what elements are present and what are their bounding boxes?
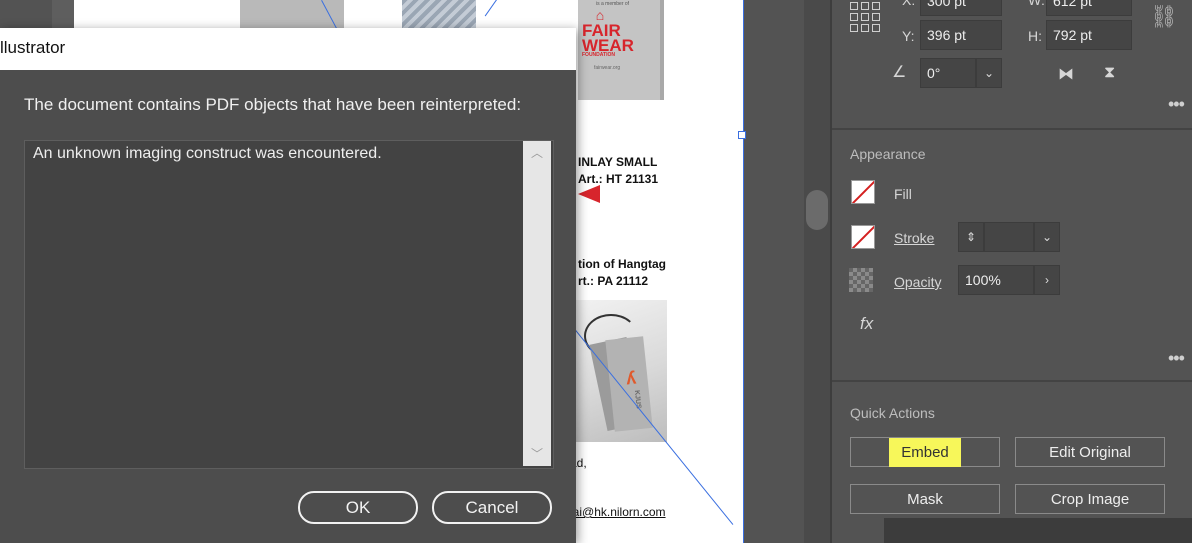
ok-button[interactable]: OK xyxy=(298,491,418,524)
stroke-weight-field[interactable] xyxy=(984,222,1034,252)
rotate-angle-icon: ∠ xyxy=(892,64,907,81)
y-label: Y: xyxy=(902,28,915,44)
quick-actions-title: Quick Actions xyxy=(850,405,935,421)
fairwear-logo: ⌂ FAIR WEAR xyxy=(582,8,634,55)
flip-vertical-icon[interactable]: ⧗ xyxy=(1104,64,1115,82)
bounding-box-edge xyxy=(743,0,744,543)
dialog-title: llustrator xyxy=(0,38,66,57)
fill-label: Fill xyxy=(894,186,912,202)
stroke-label[interactable]: Stroke xyxy=(894,230,934,246)
edit-original-button[interactable]: Edit Original xyxy=(1015,437,1165,467)
properties-panel: X: 300 pt W: 612 pt ⛓ Y: 396 pt H: 792 p… xyxy=(830,0,1192,543)
dialog-message: The document contains PDF objects that h… xyxy=(24,95,522,114)
panel-divider xyxy=(832,128,1192,130)
x-field[interactable]: 300 pt xyxy=(920,0,1002,16)
fairwear-sub: FOUNDATION xyxy=(582,52,615,58)
bounding-box-handle[interactable] xyxy=(738,131,746,139)
reference-point-icon[interactable] xyxy=(850,2,880,32)
stroke-swatch[interactable] xyxy=(851,225,875,249)
dialog-details-text: An unknown imaging construct was encount… xyxy=(33,145,382,162)
fill-swatch[interactable] xyxy=(851,180,875,204)
chevron-down-icon[interactable]: ⌄ xyxy=(1034,222,1060,252)
opacity-label[interactable]: Opacity xyxy=(894,274,941,290)
x-label: X: xyxy=(902,0,916,8)
email-link[interactable]: lai@hk.nilorn.com xyxy=(570,505,666,519)
cancel-button[interactable]: Cancel xyxy=(432,491,552,524)
opacity-checker-icon xyxy=(849,268,873,292)
chevron-right-icon[interactable]: › xyxy=(1034,265,1060,295)
h-field[interactable]: 792 pt xyxy=(1046,20,1132,50)
rotate-field[interactable]: 0° xyxy=(920,58,976,88)
more-options-icon[interactable]: ••• xyxy=(1168,94,1185,115)
h-label: H: xyxy=(1028,28,1042,44)
flip-horizontal-icon[interactable]: ⧓ xyxy=(1058,64,1074,84)
panel-divider xyxy=(832,380,1192,382)
stroke-weight-stepper[interactable]: ⇕ xyxy=(958,222,984,252)
red-arrow-marker xyxy=(578,185,600,203)
more-options-icon[interactable]: ••• xyxy=(1168,348,1185,369)
item1-article: Art.: HT 21131 xyxy=(578,172,659,186)
mask-button[interactable]: Mask xyxy=(850,484,1000,514)
opacity-field[interactable]: 100% xyxy=(958,265,1034,295)
fairwear-url: fairwear.org xyxy=(594,65,621,71)
y-field[interactable]: 396 pt xyxy=(920,20,1002,50)
item2-article: rt.: PA 21112 xyxy=(578,274,649,288)
dialog-details-textarea[interactable]: An unknown imaging construct was encount… xyxy=(24,140,554,469)
w-field[interactable]: 612 pt xyxy=(1046,0,1132,16)
overlapping-panel xyxy=(884,518,1192,543)
appearance-title: Appearance xyxy=(850,146,926,162)
brand-logo-icon: ʎ xyxy=(624,367,637,389)
canvas-scrollbar-thumb[interactable] xyxy=(806,190,828,230)
crop-image-button[interactable]: Crop Image xyxy=(1015,484,1165,514)
item1-title: INLAY SMALL xyxy=(578,155,658,169)
fx-icon[interactable]: fx xyxy=(860,314,873,334)
chevron-down-icon[interactable]: ﹀ xyxy=(527,444,547,464)
warning-dialog: llustrator The document contains PDF obj… xyxy=(0,28,576,543)
details-scrollbar[interactable]: ︿ ﹀ xyxy=(523,141,551,466)
embed-button[interactable]: Embed xyxy=(850,437,1000,467)
item2-title: tion of Hangtag xyxy=(578,257,666,271)
embed-label: Embed xyxy=(889,438,961,467)
constrain-proportions-icon[interactable]: ⛓ xyxy=(1150,4,1178,30)
w-label: W: xyxy=(1028,0,1045,8)
chevron-down-icon[interactable]: ⌄ xyxy=(976,58,1002,88)
hangtag-photo: ʎ KJUS xyxy=(570,300,667,442)
dialog-titlebar[interactable]: llustrator xyxy=(0,28,576,70)
chevron-up-icon[interactable]: ︿ xyxy=(527,143,547,163)
canvas-scrollbar[interactable] xyxy=(804,0,830,543)
pattern-thumbnail xyxy=(402,0,476,28)
